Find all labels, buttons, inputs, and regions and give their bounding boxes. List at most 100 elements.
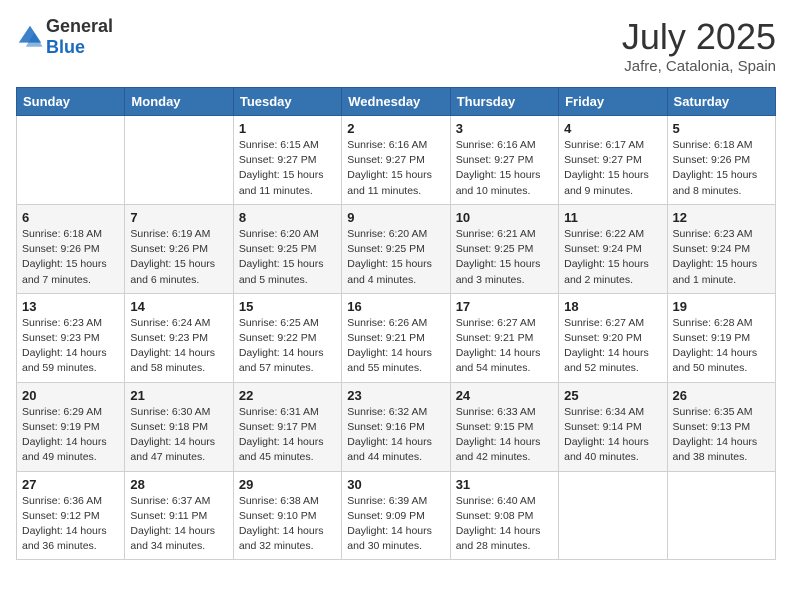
- calendar-cell: 8Sunrise: 6:20 AMSunset: 9:25 PMDaylight…: [233, 204, 341, 293]
- calendar-cell: 9 Sunrise: 6:20 AMSunset: 9:25 PMDaylight…: [342, 204, 450, 293]
- day-number: 29: [239, 477, 336, 492]
- day-number: 1: [239, 121, 336, 136]
- day-info: Sunrise: 6:16 AMSunset: 9:27 PMDaylight:…: [347, 138, 444, 199]
- day-info: Sunrise: 6:20 AMSunset: 9:25 PMDaylight:…: [347, 227, 444, 288]
- weekday-header-friday: Friday: [559, 88, 667, 116]
- day-info: Sunrise: 6:35 AMSunset: 9:13 PMDaylight:…: [673, 405, 770, 466]
- day-info-line: Daylight: 15 hours and 6 minutes.: [130, 258, 215, 285]
- day-info-line: Sunset: 9:11 PM: [130, 510, 207, 522]
- day-number: 9: [347, 210, 444, 225]
- day-number: 22: [239, 388, 336, 403]
- day-info-line: Daylight: 14 hours and 32 minutes.: [239, 525, 324, 552]
- day-info: Sunrise: 6:37 AM Sunset: 9:11 PM Daylight:…: [130, 494, 227, 555]
- day-number: 5: [673, 121, 770, 136]
- title-block: July 2025 Jafre, Catalonia, Spain: [622, 16, 776, 75]
- calendar-cell: 10Sunrise: 6:21 AMSunset: 9:25 PMDayligh…: [450, 204, 558, 293]
- day-info-line: Sunrise: 6:30 AM: [130, 406, 210, 418]
- day-info-line: Daylight: 15 hours and 11 minutes.: [239, 169, 324, 196]
- day-info: Sunrise: 6:15 AMSunset: 9:27 PMDaylight:…: [239, 138, 336, 199]
- day-info-line: Sunset: 9:25 PM: [347, 243, 425, 255]
- day-info-line: Daylight: 14 hours and 30 minutes.: [347, 525, 432, 552]
- day-info-line: Daylight: 14 hours and 50 minutes.: [673, 347, 758, 374]
- day-info-line: Daylight: 14 hours and 34 minutes.: [130, 525, 215, 552]
- calendar-cell: 22Sunrise: 6:31 AMSunset: 9:17 PMDayligh…: [233, 382, 341, 471]
- day-info: Sunrise: 6:26 AMSunset: 9:21 PMDaylight:…: [347, 316, 444, 377]
- calendar-cell: 20Sunrise: 6:29 AMSunset: 9:19 PMDayligh…: [17, 382, 125, 471]
- day-info-line: Daylight: 14 hours and 45 minutes.: [239, 436, 324, 463]
- day-info-line: Sunrise: 6:36 AM: [22, 495, 102, 507]
- day-info-line: Sunrise: 6:20 AM: [239, 228, 319, 240]
- calendar-cell: 18 Sunrise: 6:27 AMSunset: 9:20 PMDayligh…: [559, 293, 667, 382]
- day-info-line: Sunset: 9:15 PM: [456, 421, 534, 433]
- day-info-line: Sunset: 9:14 PM: [564, 421, 642, 433]
- calendar-table: SundayMondayTuesdayWednesdayThursdayFrid…: [16, 87, 776, 560]
- calendar-cell: 30Sunrise: 6:39 AMSunset: 9:09 PMDayligh…: [342, 471, 450, 560]
- day-info: Sunrise: 6:27 AMSunset: 9:20 PMDaylight:…: [564, 316, 661, 377]
- day-info-line: Sunset: 9:27 PM: [456, 154, 534, 166]
- day-info: Sunrise: 6:25 AMSunset: 9:22 PMDaylight:…: [239, 316, 336, 377]
- day-info-line: Sunrise: 6:19 AM: [130, 228, 210, 240]
- day-info-line: Daylight: 15 hours and 3 minutes.: [456, 258, 541, 285]
- logo-general-text: General: [46, 16, 113, 36]
- day-info-line: Sunrise: 6:18 AM: [22, 228, 102, 240]
- calendar-cell: 29Sunrise: 6:38 AMSunset: 9:10 PMDayligh…: [233, 471, 341, 560]
- day-info-line: Sunset: 9:10 PM: [239, 510, 317, 522]
- day-number: 18: [564, 299, 661, 314]
- day-info-line: Daylight: 14 hours and 42 minutes.: [456, 436, 541, 463]
- day-number: 30: [347, 477, 444, 492]
- weekday-header-wednesday: Wednesday: [342, 88, 450, 116]
- day-info: Sunrise: 6:36 AMSunset: 9:12 PMDaylight:…: [22, 494, 119, 555]
- calendar-cell: 3Sunrise: 6:16 AMSunset: 9:27 PMDaylight…: [450, 116, 558, 205]
- day-info: Sunrise: 6:20 AMSunset: 9:25 PMDaylight:…: [239, 227, 336, 288]
- day-info: Sunrise: 6:17 AMSunset: 9:27 PMDaylight:…: [564, 138, 661, 199]
- day-info-line: Sunset: 9:26 PM: [673, 154, 751, 166]
- calendar-week-row: 13Sunrise: 6:23 AMSunset: 9:23 PMDayligh…: [17, 293, 776, 382]
- day-info-line: Sunset: 9:25 PM: [239, 243, 317, 255]
- day-number: 6: [22, 210, 119, 225]
- calendar-cell: 15Sunrise: 6:25 AMSunset: 9:22 PMDayligh…: [233, 293, 341, 382]
- calendar-cell: 12Sunrise: 6:23 AMSunset: 9:24 PMDayligh…: [667, 204, 775, 293]
- calendar-cell: 2 Sunrise: 6:16 AMSunset: 9:27 PMDaylight…: [342, 116, 450, 205]
- day-number: 31: [456, 477, 553, 492]
- day-info-line: Sunrise: 6:35 AM: [673, 406, 753, 418]
- day-info-line: Daylight: 14 hours and 59 minutes.: [22, 347, 107, 374]
- day-info-line: Sunrise: 6:24 AM: [130, 317, 210, 329]
- calendar-week-row: 1 Sunrise: 6:15 AMSunset: 9:27 PMDaylight…: [17, 116, 776, 205]
- day-info-line: Sunset: 9:27 PM: [564, 154, 642, 166]
- calendar-cell: 24Sunrise: 6:33 AMSunset: 9:15 PMDayligh…: [450, 382, 558, 471]
- calendar-cell: 1 Sunrise: 6:15 AMSunset: 9:27 PMDaylight…: [233, 116, 341, 205]
- day-number: 25: [564, 388, 661, 403]
- day-info: Sunrise: 6:19 AMSunset: 9:26 PMDaylight:…: [130, 227, 227, 288]
- day-info-line: Daylight: 14 hours and 40 minutes.: [564, 436, 649, 463]
- day-number: 12: [673, 210, 770, 225]
- calendar-cell: 17Sunrise: 6:27 AMSunset: 9:21 PMDayligh…: [450, 293, 558, 382]
- day-info-line: Sunrise: 6:37 AM: [130, 495, 210, 507]
- calendar-cell: 26Sunrise: 6:35 AMSunset: 9:13 PMDayligh…: [667, 382, 775, 471]
- day-number: 28: [130, 477, 227, 492]
- day-info-line: Daylight: 15 hours and 9 minutes.: [564, 169, 649, 196]
- day-info-line: Sunset: 9:13 PM: [673, 421, 751, 433]
- calendar-cell: 11Sunrise: 6:22 AMSunset: 9:24 PMDayligh…: [559, 204, 667, 293]
- day-info-line: Sunset: 9:21 PM: [456, 332, 534, 344]
- day-number: 14: [130, 299, 227, 314]
- day-info-line: Sunset: 9:19 PM: [22, 421, 100, 433]
- weekday-header-sunday: Sunday: [17, 88, 125, 116]
- day-number: 3: [456, 121, 553, 136]
- day-info-line: Sunrise: 6:39 AM: [347, 495, 427, 507]
- day-info-line: Sunrise: 6:22 AM: [564, 228, 644, 240]
- day-info-line: Sunset: 9:12 PM: [22, 510, 100, 522]
- day-info-line: Daylight: 14 hours and 52 minutes.: [564, 347, 649, 374]
- calendar-cell: [17, 116, 125, 205]
- day-info-line: Sunrise: 6:33 AM: [456, 406, 536, 418]
- day-info-line: Daylight: 14 hours and 55 minutes.: [347, 347, 432, 374]
- day-number: 2: [347, 121, 444, 136]
- day-number: 19: [673, 299, 770, 314]
- day-number: 23: [347, 388, 444, 403]
- day-info: Sunrise: 6:32 AMSunset: 9:16 PMDaylight:…: [347, 405, 444, 466]
- day-info-line: Daylight: 15 hours and 2 minutes.: [564, 258, 649, 285]
- logo: General Blue: [16, 16, 113, 58]
- day-info-line: Daylight: 14 hours and 58 minutes.: [130, 347, 215, 374]
- day-info-line: Daylight: 14 hours and 49 minutes.: [22, 436, 107, 463]
- calendar-cell: 13Sunrise: 6:23 AMSunset: 9:23 PMDayligh…: [17, 293, 125, 382]
- day-info-line: Sunrise: 6:25 AM: [239, 317, 319, 329]
